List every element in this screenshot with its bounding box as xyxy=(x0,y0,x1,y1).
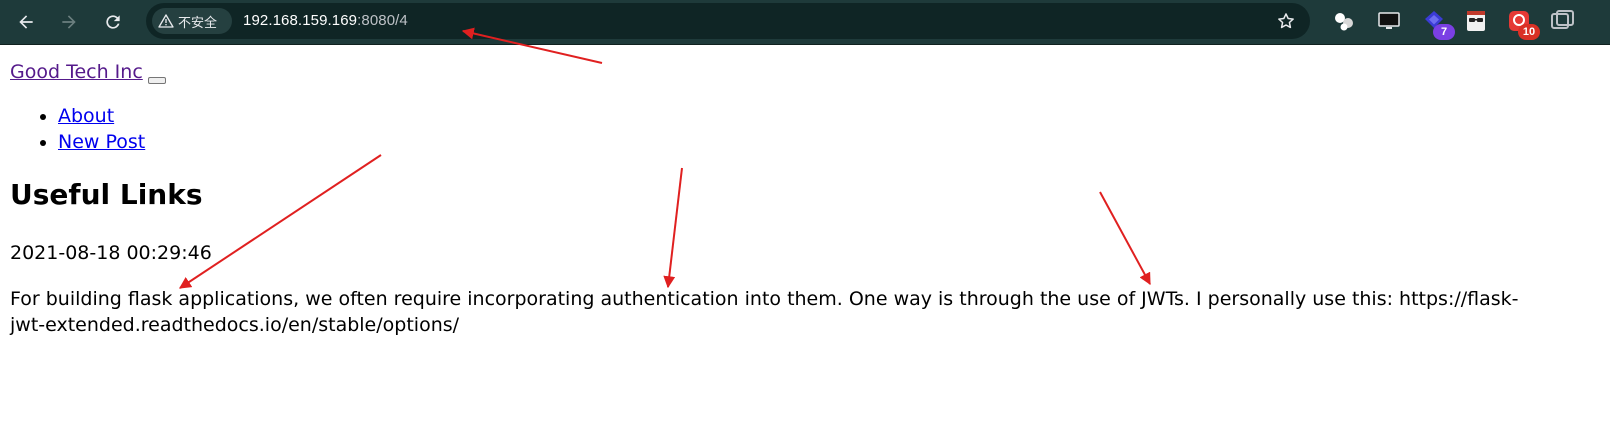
extension-glasses[interactable] xyxy=(1463,8,1489,34)
brand-link[interactable]: Good Tech Inc xyxy=(10,61,143,83)
nav-list: About New Post xyxy=(10,103,145,155)
security-label: 不安全 xyxy=(178,15,218,31)
page-content: Good Tech Inc About New Post Useful Link… xyxy=(0,45,1610,438)
security-chip[interactable]: 不安全 xyxy=(152,8,232,34)
post-date: 2021-08-18 00:29:46 xyxy=(10,242,212,264)
url-host: 192.168.159.169 xyxy=(243,12,358,29)
nav-item: New Post xyxy=(58,129,145,155)
reload-icon xyxy=(106,15,120,29)
people-icon xyxy=(1335,13,1353,31)
extension-people[interactable] xyxy=(1331,8,1357,34)
extension-purple[interactable]: 7 xyxy=(1421,8,1455,40)
bookmark-star-icon[interactable] xyxy=(1276,11,1296,31)
address-bar[interactable]: 不安全 192.168.159.169:8080/4 xyxy=(146,3,1310,39)
back-button[interactable] xyxy=(10,6,42,38)
nav-item: About xyxy=(58,103,145,129)
url-path: :8080/4 xyxy=(357,12,408,29)
nav-link-new-post[interactable]: New Post xyxy=(58,131,145,153)
warning-icon xyxy=(158,14,174,28)
forward-button[interactable] xyxy=(53,6,85,38)
extension-monitor[interactable] xyxy=(1376,8,1402,34)
extension-badge: 7 xyxy=(1433,24,1455,40)
glasses-icon xyxy=(1467,11,1485,31)
tabs-icon xyxy=(1551,10,1574,29)
post-title: Useful Links xyxy=(10,178,203,211)
back-arrow-icon xyxy=(19,15,33,29)
nav-link-about[interactable]: About xyxy=(58,105,114,127)
navbar-toggle-button[interactable] xyxy=(148,77,166,84)
extension-red[interactable]: 10 xyxy=(1506,8,1540,40)
reload-button[interactable] xyxy=(97,6,129,38)
extension-badge: 10 xyxy=(1518,24,1540,40)
extension-tabs[interactable] xyxy=(1549,8,1575,34)
url-text[interactable]: 192.168.159.169:8080/4 xyxy=(243,12,408,29)
post-body: For building flask applications, we ofte… xyxy=(10,288,1519,336)
monitor-icon xyxy=(1378,12,1400,29)
browser-toolbar: 不安全 192.168.159.169:8080/4 7 10 xyxy=(0,0,1610,45)
forward-arrow-icon xyxy=(62,15,76,29)
